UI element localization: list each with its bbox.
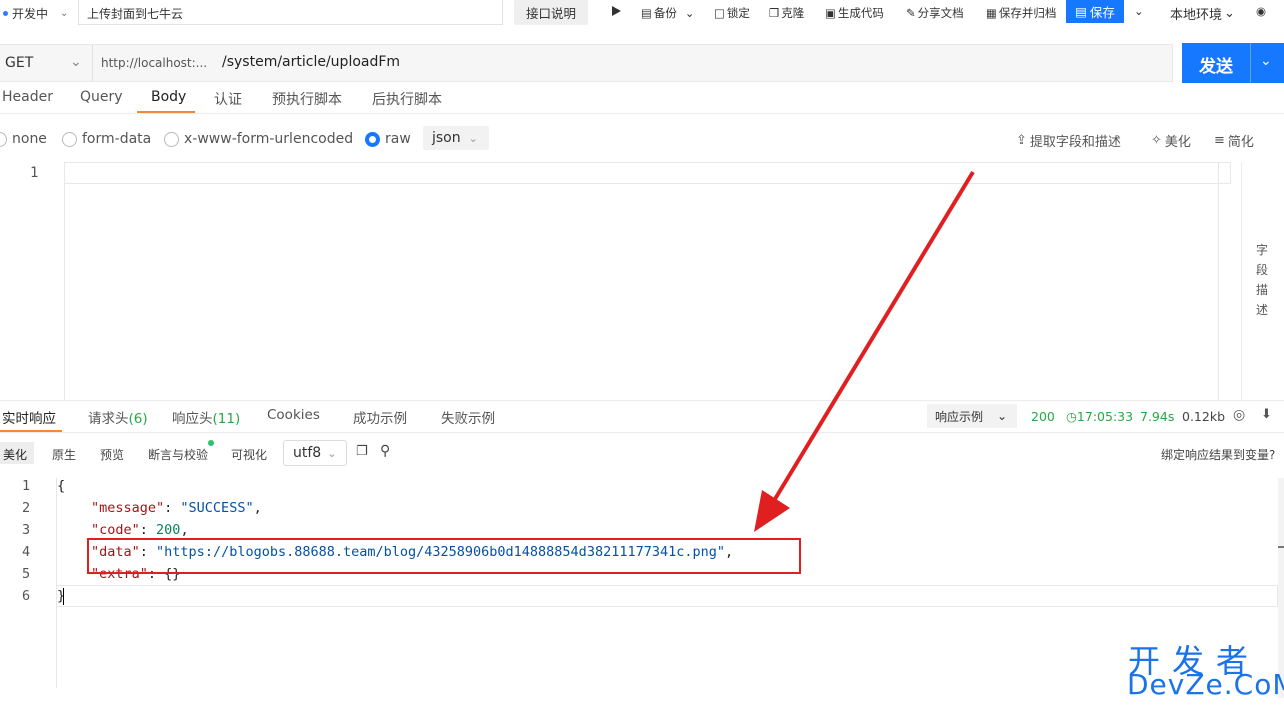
annotation-arrow-icon	[754, 170, 975, 532]
watermark-domain: DevZe.CoM	[1127, 668, 1284, 701]
